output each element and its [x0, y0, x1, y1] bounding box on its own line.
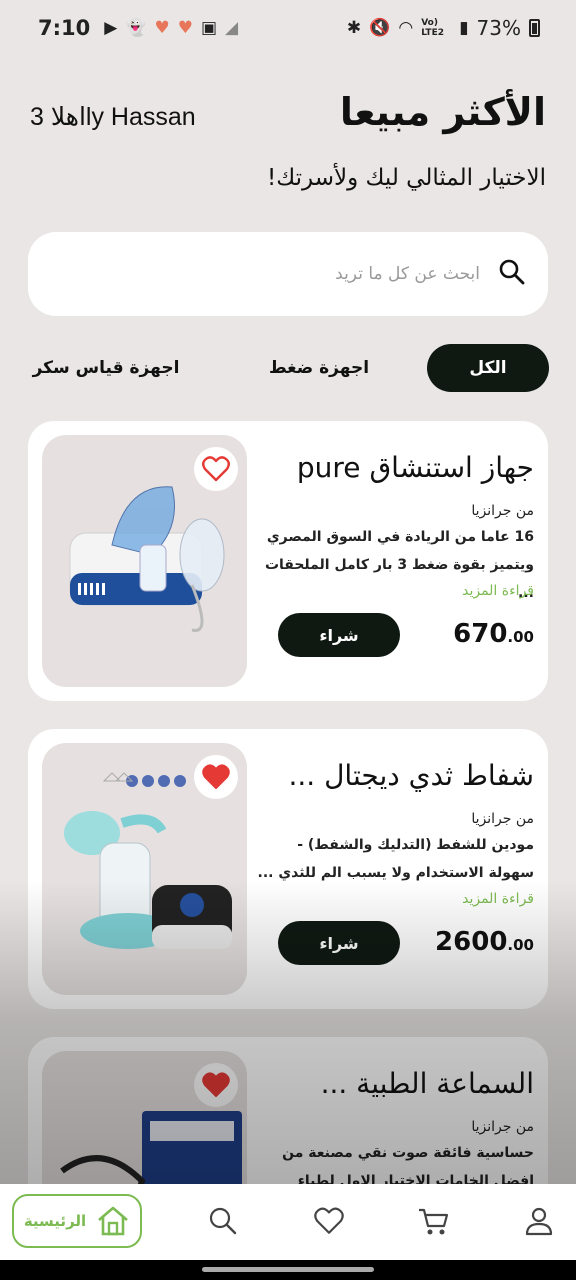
nav-profile[interactable]: [516, 1194, 562, 1248]
product-price: 670.00: [453, 619, 534, 649]
home-indicator[interactable]: [202, 1267, 374, 1272]
battery-percent: 73%: [476, 16, 521, 40]
status-right: ✱ 🔇 ◠ Vo) LTE2 ▮ 73%: [347, 16, 540, 40]
read-more-link[interactable]: قراءة المزيد: [462, 891, 534, 907]
search-bar[interactable]: [28, 232, 548, 316]
description-line: 16 عاما من الريادة في السوق المصري: [266, 529, 534, 545]
mute-icon: 🔇: [369, 17, 391, 38]
favorite-button[interactable]: [194, 755, 238, 799]
product-brand: من جرانزيا: [471, 811, 534, 827]
youtube-icon: ▶: [104, 17, 118, 38]
description-line: مودين للشفط (التدليك والشفط) -: [297, 837, 534, 853]
snapchat-icon: 👻: [125, 17, 147, 38]
bluetooth-icon: ✱: [346, 17, 362, 38]
buy-button[interactable]: شراء: [278, 613, 400, 657]
page-subtitle: الاختيار المثالي ليك ولأسرتك!: [267, 165, 546, 191]
bottom-navigation: الرئيسية: [0, 1184, 576, 1260]
price-integer: 2600: [435, 927, 508, 957]
product-price: 2600.00: [435, 927, 534, 957]
greeting: اهلا 3ly Hassan: [30, 103, 196, 131]
favorite-button[interactable]: [194, 447, 238, 491]
nav-cart[interactable]: [410, 1194, 456, 1248]
home-icon: [98, 1206, 129, 1236]
product-description: مودين للشفط (التدليك والشفط) - سهولة الا…: [252, 831, 534, 887]
product-title: شفاط ثدي ديجتال ...: [288, 759, 534, 792]
description-line: حساسية فائقة صوت نقي مصنعة من: [282, 1145, 534, 1161]
battery-icon: [529, 19, 540, 37]
search-input[interactable]: [52, 264, 480, 284]
description-line: سهولة الاستخدام ولا يسبب الم للثدي ...: [257, 865, 534, 881]
favorite-button[interactable]: [194, 1063, 238, 1107]
page-title: الأكثر مبيعا: [339, 90, 546, 134]
gallery-icon: ▣: [200, 17, 218, 38]
nav-home[interactable]: الرئيسية: [12, 1194, 142, 1248]
signal-off-icon: ◢: [225, 17, 239, 38]
price-integer: 670: [453, 619, 508, 649]
product-brand: من جرانزيا: [471, 503, 534, 519]
nav-search[interactable]: [200, 1194, 246, 1248]
product-card[interactable]: شفاط ثدي ديجتال ... من جرانزيا مودين للش…: [28, 729, 548, 1009]
heart-outline-icon: [202, 456, 230, 482]
category-tabs: الكل اجهزة ضغط اجهزة قياس سكر: [0, 344, 576, 394]
price-decimal: .00: [507, 628, 534, 646]
product-title: جهاز استنشاق pure: [296, 451, 534, 484]
status-left: 7:10 ▶ 👻 ♥ ♥ ▣ ◢: [38, 16, 238, 40]
heart-icon: [314, 1207, 344, 1234]
gesture-bar: [0, 1260, 576, 1280]
home-label: الرئيسية: [23, 1212, 87, 1230]
search-icon[interactable]: [498, 258, 526, 290]
health-icon-2: ♥: [177, 17, 193, 38]
cart-icon: [419, 1208, 449, 1235]
wifi-icon: ◠: [398, 17, 414, 38]
tab-blood-pressure[interactable]: اجهزة ضغط: [254, 344, 384, 392]
tab-all[interactable]: الكل: [427, 344, 549, 392]
buy-button[interactable]: شراء: [278, 921, 400, 965]
heart-filled-icon: [202, 764, 230, 789]
status-time: 7:10: [38, 16, 91, 40]
heart-filled-icon: [202, 1072, 230, 1097]
product-brand: من جرانزيا: [471, 1119, 534, 1135]
product-title: السماعة الطبية ...: [320, 1067, 534, 1100]
nav-favorites[interactable]: [306, 1194, 352, 1248]
tab-glucose-meters[interactable]: اجهزة قياس سكر: [26, 344, 186, 392]
price-decimal: .00: [507, 936, 534, 954]
search-icon: [209, 1207, 237, 1235]
status-bar: 7:10 ▶ 👻 ♥ ♥ ▣ ◢ ✱ 🔇 ◠ Vo) LTE2 ▮ 73%: [0, 0, 576, 56]
read-more-link[interactable]: قراءة المزيد: [462, 583, 534, 599]
profile-icon: [525, 1207, 553, 1236]
network-label: Vo) LTE2: [421, 18, 444, 38]
product-card[interactable]: جهاز استنشاق pure من جرانزيا 16 عاما من …: [28, 421, 548, 701]
health-icon: ♥: [154, 17, 170, 38]
signal-icon: ▮: [459, 17, 469, 38]
